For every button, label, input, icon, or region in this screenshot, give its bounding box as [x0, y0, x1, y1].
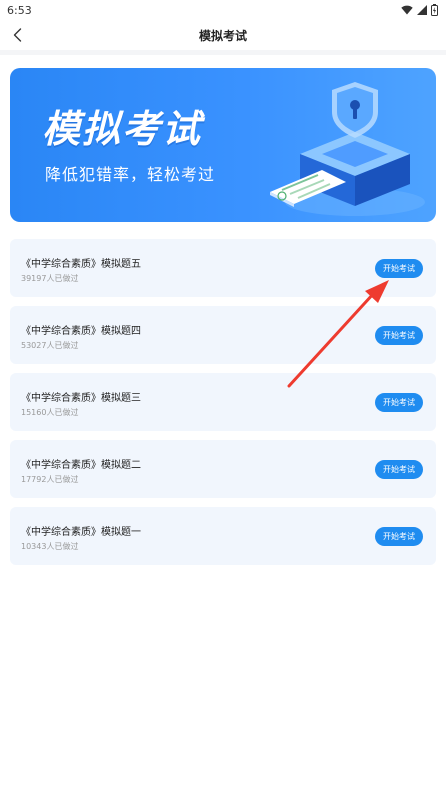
- wifi-icon: [401, 5, 413, 15]
- status-time: 6:53: [7, 3, 32, 17]
- exam-title: 《中学综合素质》模拟题五: [21, 259, 141, 270]
- exam-list: 《中学综合素质》模拟题五 39197人已做过 开始考试 《中学综合素质》模拟题四…: [10, 239, 436, 574]
- exam-title: 《中学综合素质》模拟题一: [21, 527, 141, 538]
- banner: 模拟考试 降低犯错率，轻松考过: [10, 68, 436, 222]
- start-exam-button[interactable]: 开始考试: [375, 393, 423, 412]
- chevron-left-icon: [13, 28, 21, 42]
- exam-title: 《中学综合素质》模拟题四: [21, 326, 141, 337]
- start-exam-button[interactable]: 开始考试: [375, 460, 423, 479]
- banner-title: 模拟考试: [42, 107, 203, 151]
- list-item: 《中学综合素质》模拟题五 39197人已做过 开始考试: [10, 239, 436, 297]
- exam-title: 《中学综合素质》模拟题三: [21, 393, 141, 404]
- list-item: 《中学综合素质》模拟题三 15160人已做过 开始考试: [10, 373, 436, 431]
- start-exam-button[interactable]: 开始考试: [375, 527, 423, 546]
- exam-terminal-illustration: [270, 82, 425, 216]
- page-title: 模拟考试: [198, 28, 247, 43]
- status-icons: [401, 4, 438, 16]
- battery-icon: [431, 4, 438, 16]
- status-bar: 6:53: [0, 0, 446, 20]
- banner-subtitle: 降低犯错率，轻松考过: [45, 165, 216, 184]
- exam-count: 53027人已做过: [21, 341, 79, 350]
- list-item: 《中学综合素质》模拟题二 17792人已做过 开始考试: [10, 440, 436, 498]
- start-exam-button[interactable]: 开始考试: [375, 259, 423, 278]
- nav-bar: 模拟考试: [0, 20, 446, 50]
- start-exam-button[interactable]: 开始考试: [375, 326, 423, 345]
- cell-signal-icon: [417, 5, 427, 15]
- exam-title: 《中学综合素质》模拟题二: [21, 460, 141, 471]
- back-button[interactable]: [6, 23, 28, 47]
- list-item: 《中学综合素质》模拟题一 10343人已做过 开始考试: [10, 507, 436, 565]
- exam-count: 17792人已做过: [21, 475, 79, 484]
- list-item: 《中学综合素质》模拟题四 53027人已做过 开始考试: [10, 306, 436, 364]
- nav-divider: [0, 50, 446, 55]
- exam-count: 10343人已做过: [21, 542, 79, 551]
- exam-count: 39197人已做过: [21, 274, 79, 283]
- exam-count: 15160人已做过: [21, 408, 79, 417]
